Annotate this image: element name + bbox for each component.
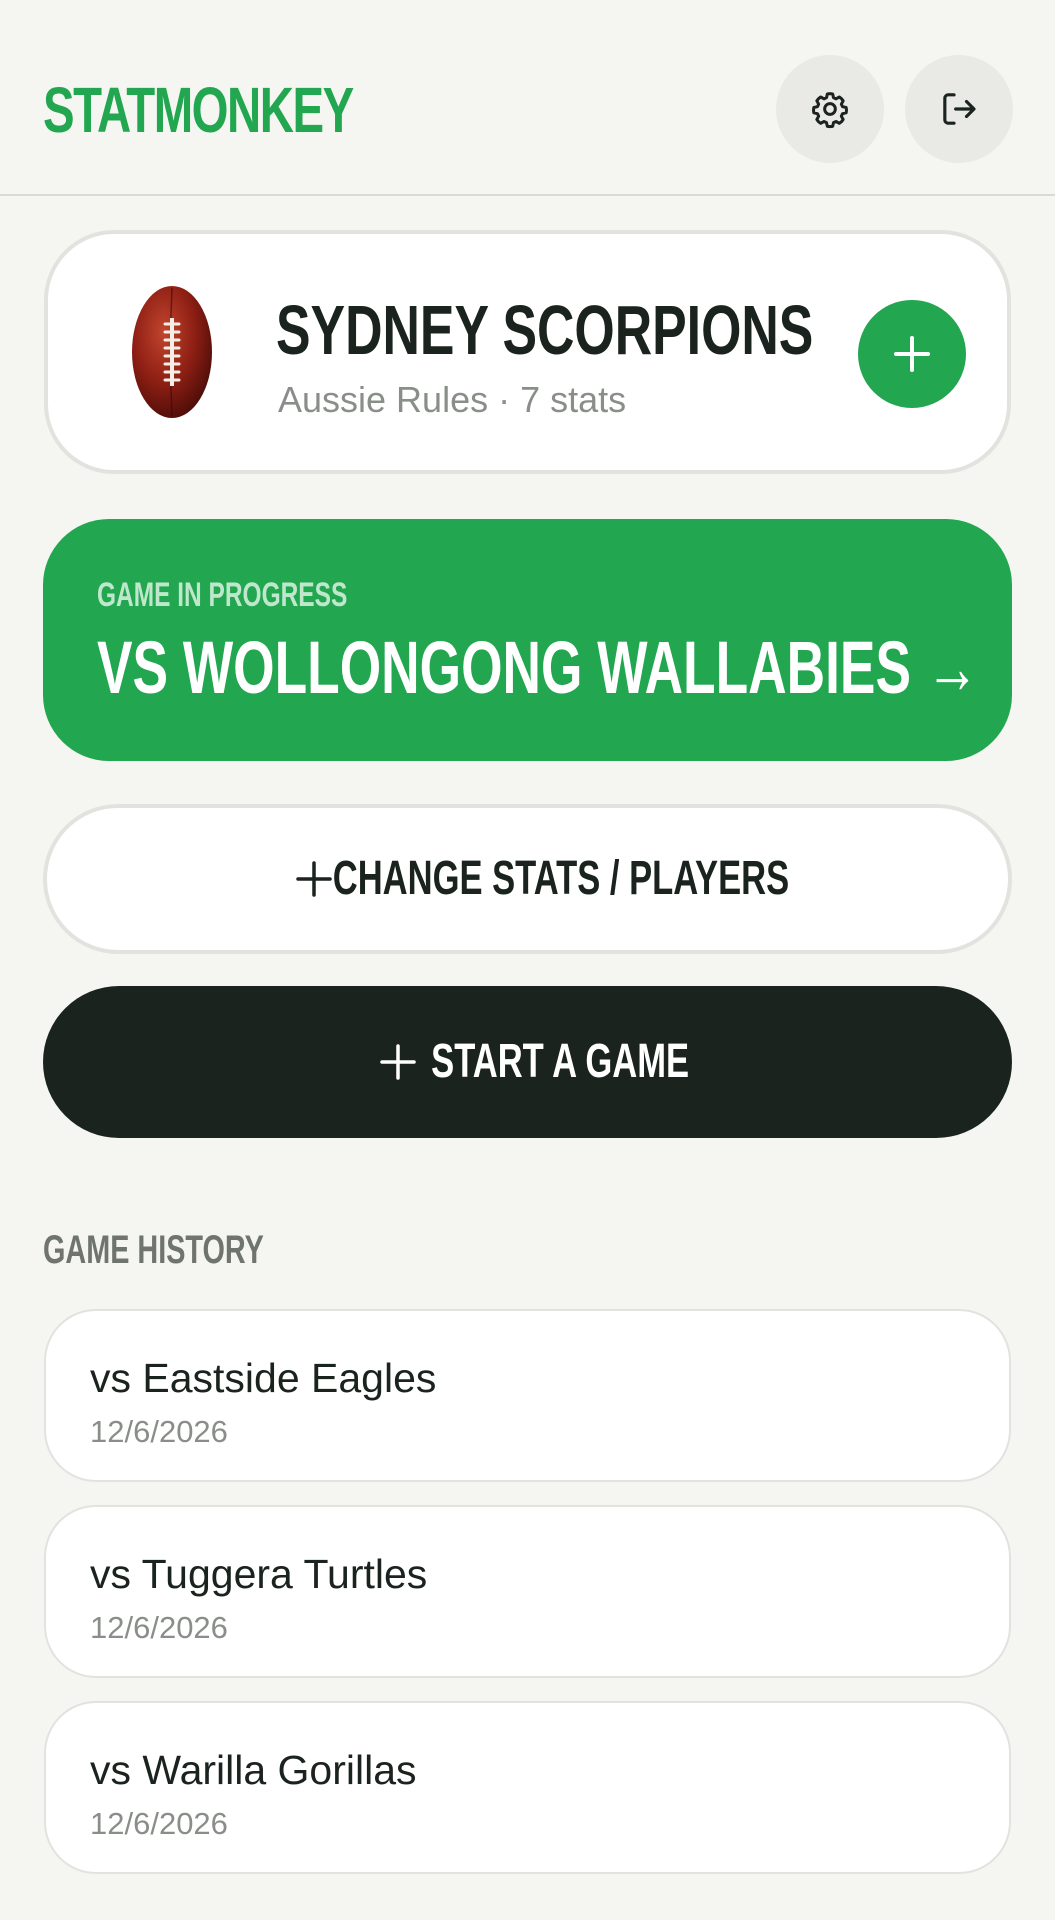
football-icon (132, 286, 212, 418)
start-game-label: START A GAME (431, 1035, 690, 1088)
history-opponent: vs Warilla Gorillas (90, 1747, 417, 1793)
team-name: SYDNEY SCORPIONS (276, 291, 814, 369)
history-date: 12/6/2026 (90, 1610, 228, 1645)
change-stats-players-button[interactable]: CHANGE STATS / PLAYERS (43, 804, 1012, 954)
plus-icon (894, 336, 930, 372)
history-item[interactable]: vs Warilla Gorillas 12/6/2026 (44, 1701, 1011, 1874)
brand-logo: STATMONKEY (43, 74, 354, 146)
logout-icon (943, 93, 976, 125)
game-in-progress-label: GAME IN PROGRESS (97, 576, 348, 614)
history-item[interactable]: vs Eastside Eagles 12/6/2026 (44, 1309, 1011, 1482)
plus-icon (295, 861, 332, 897)
add-team-button[interactable] (858, 300, 966, 408)
game-history-heading: GAME HISTORY (43, 1228, 264, 1272)
start-game-button[interactable]: START A GAME (43, 986, 1012, 1138)
plus-icon (379, 1044, 416, 1080)
history-opponent: vs Eastside Eagles (90, 1355, 437, 1401)
history-opponent: vs Tuggera Turtles (90, 1551, 428, 1597)
change-stats-players-label: CHANGE STATS / PLAYERS (332, 852, 789, 905)
logout-button[interactable] (905, 55, 1013, 163)
current-game-title: VS WOLLONGONG WALLABIES → (97, 626, 980, 709)
history-date: 12/6/2026 (90, 1806, 228, 1841)
history-date: 12/6/2026 (90, 1414, 228, 1449)
team-card[interactable]: SYDNEY SCORPIONS Aussie Rules · 7 stats (44, 230, 1011, 474)
team-subtitle: Aussie Rules · 7 stats (278, 379, 627, 420)
gear-icon (812, 92, 848, 129)
settings-button[interactable] (776, 55, 884, 163)
app-header: STATMONKEY (0, 0, 1055, 196)
game-in-progress-card[interactable]: GAME IN PROGRESS VS WOLLONGONG WALLABIES… (43, 519, 1012, 761)
history-item[interactable]: vs Tuggera Turtles 12/6/2026 (44, 1505, 1011, 1678)
